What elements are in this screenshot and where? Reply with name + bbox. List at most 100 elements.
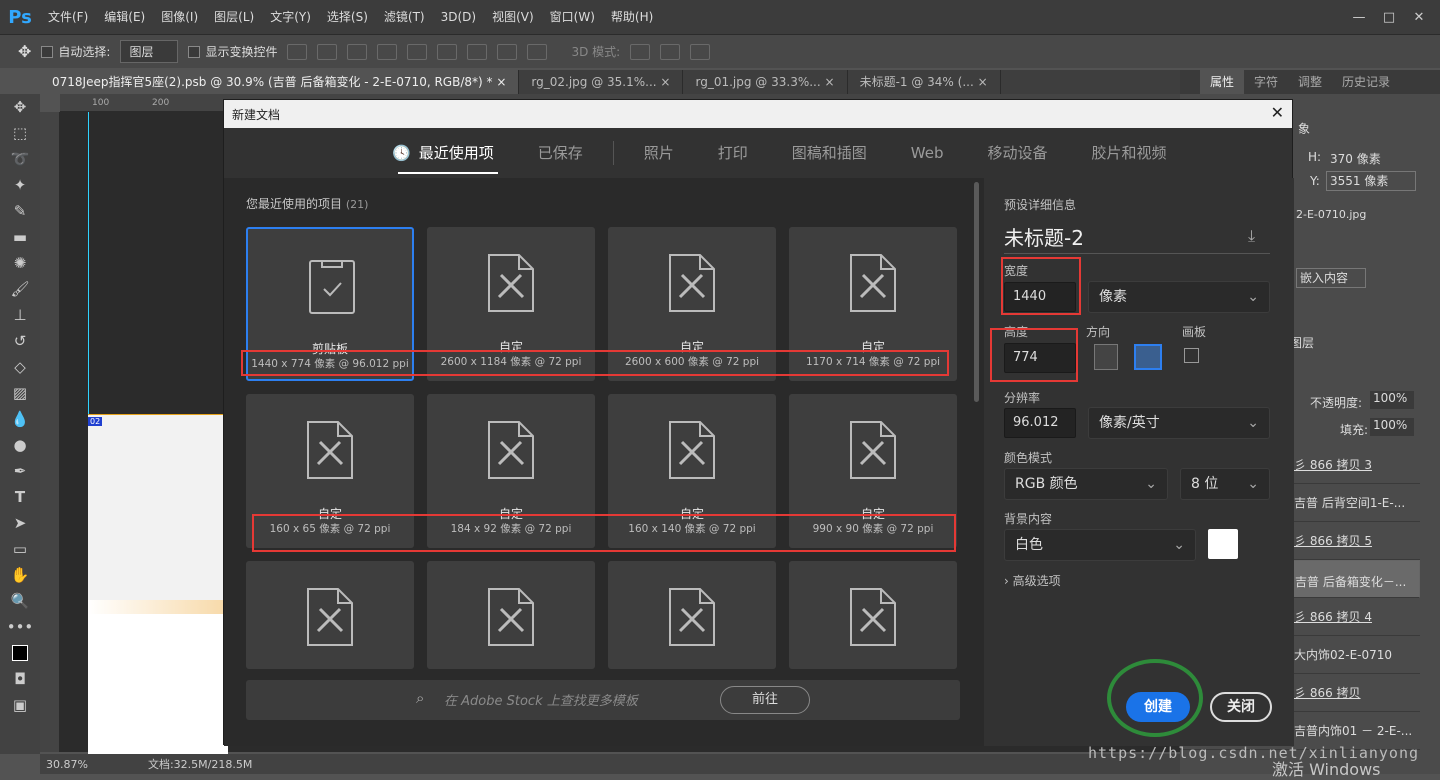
- hand-tool-icon[interactable]: ✋: [0, 562, 40, 588]
- menu-edit[interactable]: 编辑(E): [96, 0, 153, 34]
- distribute-v-icon[interactable]: [497, 43, 518, 60]
- move-tool-icon[interactable]: ✥: [0, 94, 40, 120]
- advanced-options-toggle[interactable]: › 高级选项: [1004, 572, 1061, 589]
- embed-button[interactable]: 嵌入内容: [1296, 268, 1366, 288]
- scrollbar-thumb[interactable]: [974, 182, 979, 402]
- marquee-tool-icon[interactable]: ⬚: [0, 120, 40, 146]
- stock-go-button[interactable]: 前往: [720, 686, 810, 714]
- menu-help[interactable]: 帮助(H): [603, 0, 661, 34]
- close-window-icon[interactable]: ✕: [1404, 10, 1434, 25]
- close-icon[interactable]: ✕: [1271, 103, 1284, 122]
- eraser-icon[interactable]: ◇: [0, 354, 40, 380]
- 3d-pan-icon[interactable]: [690, 43, 711, 60]
- close-button[interactable]: 关闭: [1210, 692, 1272, 722]
- preset-card[interactable]: [789, 561, 957, 669]
- tab-rg02[interactable]: rg_02.jpg @ 35.1%... ×: [519, 70, 684, 94]
- opacity-value[interactable]: 100%: [1370, 391, 1414, 409]
- menu-file[interactable]: 文件(F): [40, 0, 96, 34]
- 3d-roll-icon[interactable]: [660, 43, 681, 60]
- maximize-icon[interactable]: □: [1374, 10, 1404, 25]
- zoom-level[interactable]: 30.87%: [46, 758, 88, 771]
- resolution-input[interactable]: 96.012: [1004, 408, 1076, 438]
- tab-mobile[interactable]: 移动设备: [965, 128, 1069, 178]
- tab-rg01[interactable]: rg_01.jpg @ 33.3%... ×: [683, 70, 848, 94]
- layer-select-dropdown[interactable]: 图层: [120, 40, 179, 63]
- minimize-icon[interactable]: —: [1344, 10, 1374, 25]
- align-center-icon[interactable]: [407, 43, 428, 60]
- menu-type[interactable]: 文字(Y): [262, 0, 319, 34]
- tab-film-video[interactable]: 胶片和视频: [1069, 128, 1188, 178]
- y-value[interactable]: 3551 像素: [1326, 171, 1416, 191]
- tab-photo[interactable]: 照片: [622, 128, 696, 178]
- menu-layer[interactable]: 图层(L): [206, 0, 262, 34]
- gradient-icon[interactable]: ▨: [0, 380, 40, 406]
- eyedropper-icon[interactable]: ✎: [0, 198, 40, 224]
- blur-tool-icon[interactable]: 💧: [0, 406, 40, 432]
- landscape-icon[interactable]: [1134, 344, 1162, 370]
- tab-untitled1[interactable]: 未标题-1 @ 34% (... ×: [848, 70, 1001, 94]
- background-color-swatch[interactable]: [1208, 529, 1238, 559]
- artboard-02[interactable]: 02: [88, 414, 228, 600]
- more-tools-icon[interactable]: •••: [0, 614, 40, 640]
- 3d-rotate-icon[interactable]: [630, 43, 651, 60]
- stamp-tool-icon[interactable]: ⊥: [0, 302, 40, 328]
- portrait-icon[interactable]: [1094, 344, 1118, 370]
- menu-3d[interactable]: 3D(D): [433, 0, 484, 34]
- screen-mode-icon[interactable]: ▣: [0, 692, 40, 718]
- patch-tool-icon[interactable]: ✺: [0, 250, 40, 276]
- menu-filter[interactable]: 滤镜(T): [376, 0, 433, 34]
- align-bottom-icon[interactable]: [347, 43, 368, 60]
- brush-tool-icon[interactable]: 🖌: [0, 276, 40, 302]
- tab-close-icon[interactable]: ×: [496, 75, 506, 89]
- auto-select-checkbox[interactable]: [41, 45, 54, 58]
- lasso-tool-icon[interactable]: ➰: [0, 146, 40, 172]
- tab-character[interactable]: 字符: [1244, 70, 1288, 94]
- rectangle-tool-icon[interactable]: ▭: [0, 536, 40, 562]
- width-unit-dropdown[interactable]: 像素 ⌄: [1088, 281, 1270, 313]
- tab-history[interactable]: 历史记录: [1332, 70, 1400, 94]
- tab-saved[interactable]: 已保存: [516, 128, 605, 178]
- tab-art-illustration[interactable]: 图稿和插图: [770, 128, 889, 178]
- tab-adjustments[interactable]: 调整: [1288, 70, 1332, 94]
- quick-mask-icon[interactable]: ◘: [0, 666, 40, 692]
- menu-select[interactable]: 选择(S): [319, 0, 376, 34]
- stock-search-input[interactable]: 在 Adobe Stock 上查找更多模板: [444, 690, 714, 709]
- background-dropdown[interactable]: 白色 ⌄: [1004, 529, 1196, 561]
- align-top-icon[interactable]: [287, 43, 308, 60]
- preset-card[interactable]: [608, 561, 776, 669]
- preset-card[interactable]: [427, 561, 595, 669]
- artboard-checkbox[interactable]: [1184, 348, 1199, 363]
- tab-jeep-psb[interactable]: 0718Jeep指挥官5座(2).psb @ 30.9% (吉普 后备箱变化 -…: [40, 70, 520, 94]
- pen-tool-icon[interactable]: ✒: [0, 458, 40, 484]
- tab-properties[interactable]: 属性: [1200, 70, 1245, 94]
- resolution-unit-dropdown[interactable]: 像素/英寸 ⌄: [1088, 407, 1270, 439]
- ruler-tool-icon[interactable]: ▬: [0, 224, 40, 250]
- align-left-icon[interactable]: [377, 43, 398, 60]
- align-right-icon[interactable]: [437, 43, 458, 60]
- align-middle-icon[interactable]: [317, 43, 338, 60]
- distribute-h-icon[interactable]: [527, 43, 548, 60]
- tab-print[interactable]: 打印: [696, 128, 770, 178]
- history-brush-icon[interactable]: ↺: [0, 328, 40, 354]
- color-swatch-icon[interactable]: [0, 640, 40, 666]
- move-tool-icon[interactable]: ✥: [18, 42, 31, 61]
- path-select-icon[interactable]: ➤: [0, 510, 40, 536]
- magic-wand-icon[interactable]: ✦: [0, 172, 40, 198]
- preset-card[interactable]: [246, 561, 414, 669]
- tab-recent[interactable]: 🕓 最近使用项: [370, 128, 516, 178]
- document-name[interactable]: 未标题-2: [1004, 222, 1084, 251]
- menu-image[interactable]: 图像(I): [153, 0, 206, 34]
- show-transform-checkbox[interactable]: [188, 45, 201, 58]
- color-mode-dropdown[interactable]: RGB 颜色 ⌄: [1004, 468, 1168, 500]
- dodge-tool-icon[interactable]: ●: [0, 432, 40, 458]
- save-preset-icon[interactable]: ⤓: [1248, 226, 1255, 246]
- tab-close-icon[interactable]: ×: [660, 75, 670, 89]
- menu-window[interactable]: 窗口(W): [542, 0, 603, 34]
- artboard-03[interactable]: 03: [88, 600, 228, 754]
- zoom-tool-icon[interactable]: 🔍: [0, 588, 40, 614]
- fill-value[interactable]: 100%: [1370, 418, 1414, 436]
- tab-close-icon[interactable]: ×: [825, 75, 835, 89]
- distribute-icon[interactable]: [467, 43, 488, 60]
- h-value[interactable]: 370 像素: [1330, 150, 1381, 167]
- bit-depth-dropdown[interactable]: 8 位 ⌄: [1180, 468, 1270, 500]
